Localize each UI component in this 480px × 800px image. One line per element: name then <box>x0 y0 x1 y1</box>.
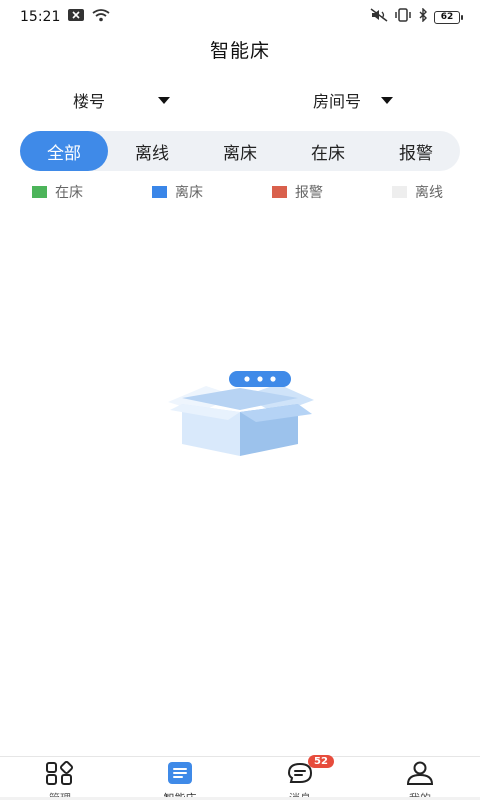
mute-icon <box>370 8 388 26</box>
building-dropdown-label: 楼号 <box>73 92 106 111</box>
legend-label: 报警 <box>295 185 323 201</box>
list-icon <box>166 761 194 789</box>
caret-down-icon <box>158 96 171 104</box>
status-time: 15:21 <box>20 9 61 25</box>
battery-icon: 62 <box>434 10 463 24</box>
legend-label: 离线 <box>415 185 443 201</box>
vibrate-icon <box>394 8 412 26</box>
caret-down-icon <box>381 96 394 104</box>
nav-smart-bed[interactable]: 智能床 <box>120 757 240 800</box>
page-title: 智能床 <box>209 40 270 62</box>
status-left: 15:21 <box>20 8 110 26</box>
legend: 在床 离床 报警 离线 <box>0 182 480 202</box>
legend-swatch-offline <box>392 186 407 198</box>
room-dropdown-label: 房间号 <box>313 92 362 111</box>
legend-swatch-off-bed <box>152 186 167 198</box>
legend-label: 离床 <box>175 185 203 201</box>
legend-off-bed: 离床 <box>152 182 203 202</box>
tab-offline[interactable]: 离线 <box>108 131 196 171</box>
room-dropdown[interactable]: 房间号 <box>313 88 394 112</box>
legend-alarm: 报警 <box>272 182 323 202</box>
tab-in-bed[interactable]: 在床 <box>284 131 372 171</box>
battery-level: 62 <box>440 12 454 22</box>
tab-off-bed[interactable]: 离床 <box>196 131 284 171</box>
bottom-nav: 管理 智能床 52 消息 我的 <box>0 755 480 800</box>
legend-swatch-alarm <box>272 186 287 198</box>
grid-icon <box>45 760 75 789</box>
wifi-icon <box>92 8 110 26</box>
legend-in-bed: 在床 <box>32 182 83 202</box>
legend-offline: 离线 <box>392 182 443 202</box>
legend-label: 在床 <box>55 185 83 201</box>
user-icon <box>405 761 435 789</box>
empty-box-icon <box>166 368 316 460</box>
nav-profile[interactable]: 我的 <box>360 757 480 800</box>
status-tabs: 全部 离线 离床 在床 报警 <box>20 131 460 171</box>
tab-all[interactable]: 全部 <box>20 131 108 171</box>
building-dropdown[interactable]: 楼号 <box>73 88 171 112</box>
nav-messages[interactable]: 52 消息 <box>240 755 360 800</box>
status-right: 62 <box>370 7 463 26</box>
notification-x-icon <box>68 9 85 25</box>
tab-alarm[interactable]: 报警 <box>372 131 460 171</box>
nav-manage[interactable]: 管理 <box>0 757 120 800</box>
bluetooth-icon <box>418 7 428 26</box>
message-count-badge: 52 <box>308 755 334 768</box>
status-bar: 15:21 62 <box>0 0 480 34</box>
legend-swatch-in-bed <box>32 186 47 198</box>
